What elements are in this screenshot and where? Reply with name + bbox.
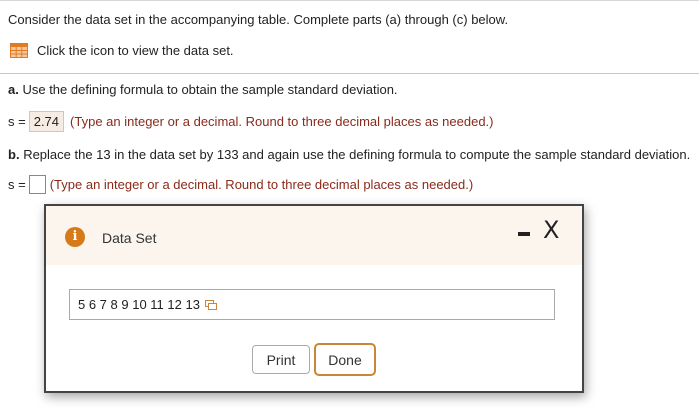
- data-set-dialog: i Data Set X 5 6 7 8 9 10 11 12 13 Print…: [44, 204, 584, 393]
- data-values-box: 5 6 7 8 9 10 11 12 13: [69, 289, 555, 320]
- section-divider: [0, 73, 699, 74]
- dialog-title: Data Set: [102, 230, 157, 246]
- part-a-var-label: s =: [8, 114, 26, 129]
- part-a-hint: (Type an integer or a decimal. Round to …: [70, 114, 494, 129]
- close-icon[interactable]: X: [543, 216, 559, 244]
- part-b-answer-row: s = (Type an integer or a decimal. Round…: [8, 175, 473, 194]
- part-a-question: a. Use the defining formula to obtain th…: [8, 82, 398, 97]
- view-dataset-link[interactable]: Click the icon to view the data set.: [10, 43, 234, 58]
- data-values: 5 6 7 8 9 10 11 12 13: [78, 297, 200, 312]
- question-intro: Consider the data set in the accompanyin…: [8, 12, 509, 27]
- table-icon[interactable]: [10, 43, 28, 58]
- part-a-text: Use the defining formula to obtain the s…: [22, 82, 398, 97]
- part-b-hint: (Type an integer or a decimal. Round to …: [49, 177, 474, 192]
- done-button[interactable]: Done: [314, 343, 376, 376]
- part-b-letter: b.: [8, 147, 20, 162]
- part-b-answer-field[interactable]: [28, 175, 46, 194]
- dialog-header[interactable]: i Data Set X: [46, 206, 582, 265]
- part-a-letter: a.: [8, 82, 19, 97]
- info-icon: i: [65, 227, 85, 247]
- top-divider: [0, 0, 699, 1]
- part-a-answer-row: s = 2.74 (Type an integer or a decimal. …: [8, 111, 494, 132]
- part-b-var-label: s =: [8, 177, 26, 192]
- minimize-icon[interactable]: [518, 232, 530, 236]
- part-a-answer-field[interactable]: 2.74: [28, 111, 65, 132]
- part-b-text: Replace the 13 in the data set by 133 an…: [23, 147, 691, 162]
- part-b-question: b. Replace the 13 in the data set by 133…: [8, 147, 690, 162]
- copy-icon[interactable]: [204, 299, 217, 310]
- print-button[interactable]: Print: [252, 345, 310, 374]
- view-dataset-label[interactable]: Click the icon to view the data set.: [37, 43, 234, 58]
